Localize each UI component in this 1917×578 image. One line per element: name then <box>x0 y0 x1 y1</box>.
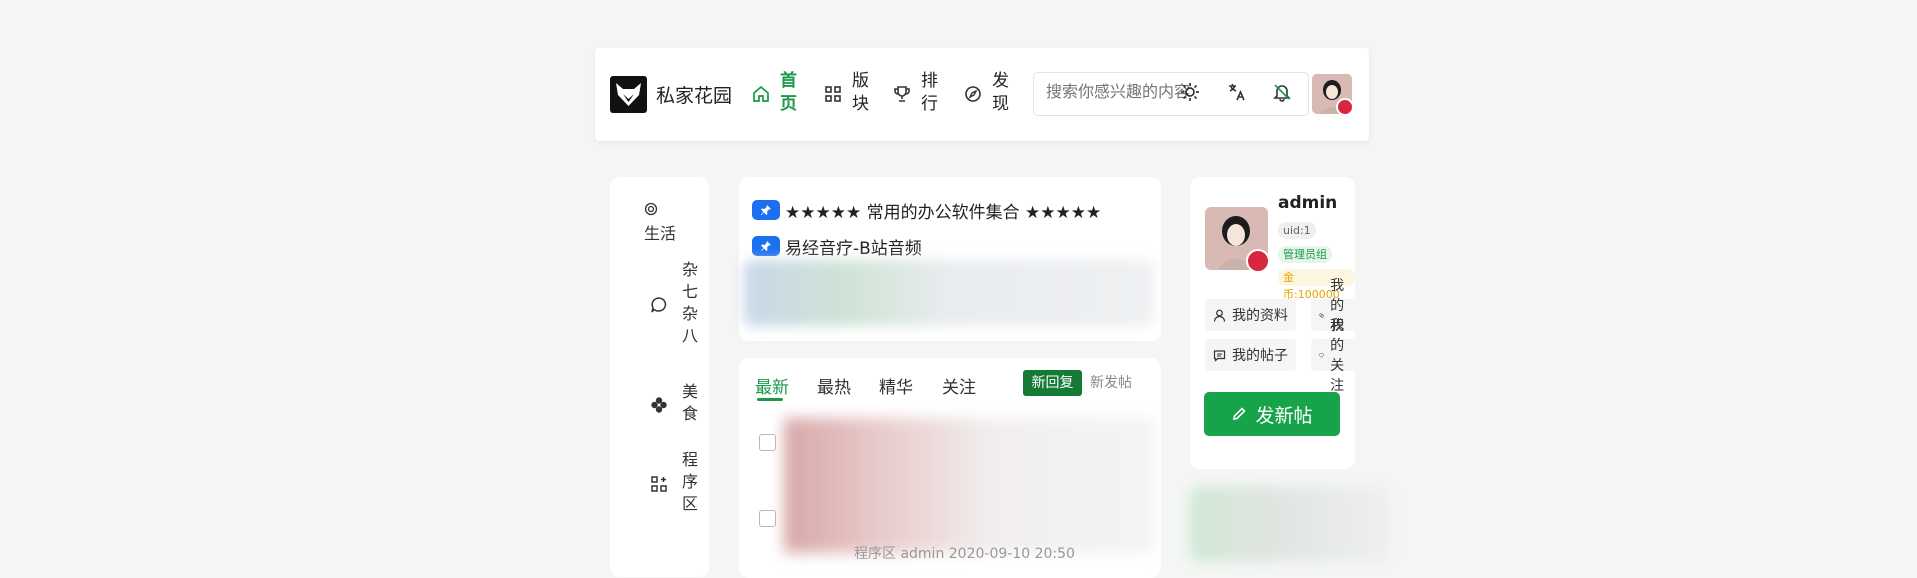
button-label: 我的关注 <box>1330 318 1345 394</box>
my-follows-button[interactable]: 我的关注 <box>1311 318 1360 394</box>
blurred-widget <box>1190 487 1390 561</box>
new-post-button[interactable]: 发新帖 <box>1204 392 1340 436</box>
compass-icon <box>965 86 981 102</box>
nav-discover[interactable]: 发现 <box>964 68 1008 120</box>
uid-badge: uid:1 <box>1278 222 1316 239</box>
blurred-post-list <box>784 418 1154 553</box>
post-meta: 程序区 admin 2020-09-10 20:50 <box>854 546 1075 562</box>
tab-following[interactable]: 关注 <box>942 373 976 398</box>
user-icon <box>1213 309 1226 322</box>
search-box[interactable] <box>1033 72 1309 116</box>
sidebar-item-label: 杂七杂八 <box>679 261 698 349</box>
nav-home[interactable]: 首页 <box>752 68 796 120</box>
nav-boards[interactable]: 版块 <box>824 68 868 120</box>
pinned-posts: ★★★★★ 常用的办公软件集合 ★★★★★ 易经音疗-B站音频 <box>739 177 1161 341</box>
pinned-post[interactable]: ★★★★★ 常用的办公软件集合 ★★★★★ <box>752 198 1102 223</box>
sidebar-item-label: 美食 <box>679 383 698 427</box>
profile-card: admin uid:1 管理员组 金币:100000 我的资料 我的积分 我的帖… <box>1190 177 1360 469</box>
clover-icon <box>651 397 667 413</box>
sidebar-item-programming[interactable]: 程序区 <box>650 451 738 517</box>
pencil-icon <box>1233 407 1247 420</box>
theme-toggle-icon[interactable] <box>1180 82 1200 102</box>
post-checkbox[interactable] <box>759 434 776 451</box>
apps-icon <box>651 476 667 492</box>
top-navbar: 私家花园 首页 版块 排行 发现 <box>595 48 1369 141</box>
my-profile-button[interactable]: 我的资料 <box>1205 299 1296 331</box>
sidebar-item-label: 程序区 <box>679 451 698 517</box>
bell-icon[interactable] <box>1272 82 1292 102</box>
post-checkbox[interactable] <box>759 510 776 527</box>
blurred-banner <box>744 260 1154 326</box>
sort-new-post-button[interactable]: 新发帖 <box>1085 370 1137 396</box>
sidebar-item-label: 生活 <box>644 224 677 243</box>
profile-username[interactable]: admin <box>1278 193 1337 213</box>
tab-latest[interactable]: 最新 <box>755 373 789 398</box>
pinned-post[interactable]: 易经音疗-B站音频 <box>752 234 922 259</box>
active-tab-indicator <box>757 398 783 401</box>
sidebar-item-life[interactable]: 生活 <box>644 201 676 244</box>
target-icon <box>644 202 658 216</box>
heart-icon <box>1319 352 1324 358</box>
nav-discover-label: 发现 <box>988 71 1008 117</box>
category-sidebar: 生活 杂七杂八 美食 程序区 <box>610 177 709 577</box>
user-avatar[interactable] <box>1312 74 1352 114</box>
pin-icon <box>752 200 780 220</box>
heart-badge-icon <box>1336 98 1352 114</box>
site-title[interactable]: 私家花园 <box>656 81 732 108</box>
nav-home-label: 首页 <box>776 71 796 117</box>
translate-icon[interactable] <box>1227 82 1247 102</box>
my-posts-button[interactable]: 我的帖子 <box>1205 339 1296 371</box>
sort-new-reply-button[interactable]: 新回复 <box>1023 370 1082 396</box>
group-badge: 管理员组 <box>1278 246 1332 263</box>
nav-ranking-label: 排行 <box>917 71 937 117</box>
chat-bubble-icon <box>651 297 667 313</box>
nav-boards-label: 版块 <box>848 71 868 117</box>
coins-icon <box>1319 312 1324 318</box>
pinned-post-title: ★★★★★ 常用的办公软件集合 ★★★★★ <box>785 202 1102 223</box>
message-icon <box>1213 349 1226 362</box>
button-label: 我的资料 <box>1232 308 1288 324</box>
trophy-icon <box>894 86 910 102</box>
tab-featured[interactable]: 精华 <box>879 373 913 398</box>
home-icon <box>753 85 769 102</box>
pinned-post-title: 易经音疗-B站音频 <box>785 238 922 259</box>
sidebar-item-food[interactable]: 美食 <box>650 383 718 427</box>
tab-hot[interactable]: 最热 <box>817 373 851 398</box>
button-label: 发新帖 <box>1255 404 1313 427</box>
grid-icon <box>825 86 841 102</box>
button-label: 我的帖子 <box>1232 348 1288 364</box>
pin-icon <box>752 236 780 256</box>
heart-badge-icon <box>1246 249 1270 273</box>
post-feed: 最新 最热 精华 关注 新回复 新发帖 程序区 admin 2020-09-10… <box>739 358 1161 578</box>
site-logo[interactable] <box>610 76 647 113</box>
nav-ranking[interactable]: 排行 <box>893 68 937 120</box>
